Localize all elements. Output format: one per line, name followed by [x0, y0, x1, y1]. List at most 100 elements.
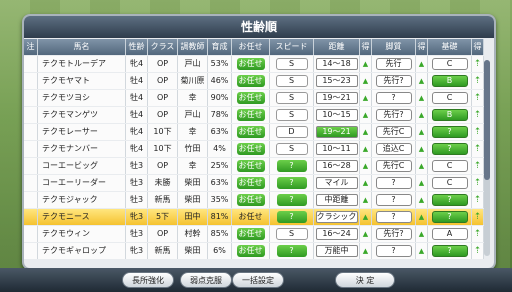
up-arrow-icon[interactable]: ▲: [419, 179, 424, 187]
omakase-toggle[interactable]: お任せ: [236, 109, 265, 121]
table-row[interactable]: テクモウィン 牡3 OP 村幹 85% お任せ S 16〜24 ▲ 先行? ▲ A ⇡: [24, 226, 494, 242]
table-row[interactable]: テクモツヨシ 牡4 OP 幸 90% お任せ S 19〜21 ▲? ▲ C ⇡: [24, 90, 494, 106]
header-plus-2[interactable]: 得: [416, 39, 428, 55]
up-arrow-icon[interactable]: ⇡: [474, 212, 482, 222]
omakase-cell[interactable]: お任せ: [232, 56, 270, 72]
omakase-cell[interactable]: お任せ: [232, 124, 270, 140]
up-arrow-icon[interactable]: ▲: [419, 230, 424, 238]
plus-cell[interactable]: ⇡: [472, 158, 484, 174]
header-class[interactable]: クラス: [148, 39, 178, 55]
plus-cell[interactable]: ▲: [416, 73, 428, 89]
table-row[interactable]: テクモヤマト 牡4 OP 菊川原 46% お任せ S 15〜23 ▲ 先行? ▲ B ⇡: [24, 73, 494, 89]
plus-cell[interactable]: ⇡: [472, 192, 484, 208]
omakase-cell[interactable]: お任せ: [232, 175, 270, 191]
plus-cell[interactable]: ▲: [416, 90, 428, 106]
plus-cell[interactable]: ▲: [360, 209, 372, 225]
omakase-cell[interactable]: お任せ: [232, 226, 270, 242]
plus-cell[interactable]: ▲: [416, 175, 428, 191]
weakness-button[interactable]: 弱点克服: [180, 272, 232, 288]
up-arrow-icon[interactable]: ▲: [363, 77, 368, 85]
plus-cell[interactable]: ▲: [360, 124, 372, 140]
up-arrow-icon[interactable]: ⇡: [474, 76, 482, 86]
confirm-button[interactable]: 決 定: [335, 272, 395, 288]
plus-cell[interactable]: ▲: [416, 56, 428, 72]
plus-cell[interactable]: ▲: [416, 158, 428, 174]
up-arrow-icon[interactable]: ▲: [363, 162, 368, 170]
up-arrow-icon[interactable]: ▲: [363, 179, 368, 187]
header-name[interactable]: 馬名: [38, 39, 126, 55]
up-arrow-icon[interactable]: ⇡: [474, 229, 482, 239]
plus-cell[interactable]: ▲: [360, 192, 372, 208]
omakase-cell[interactable]: お任せ: [232, 209, 270, 225]
header-speed[interactable]: スピード: [270, 39, 314, 55]
up-arrow-icon[interactable]: ▲: [363, 111, 368, 119]
table-row[interactable]: コーエーリーダー 牡3 未勝 柴田 63% お任せ? マイル ▲? ▲ C ⇡: [24, 175, 494, 191]
header-style[interactable]: 脚質: [372, 39, 416, 55]
table-row[interactable]: テクモレーサー 牝4 10下幸 63% お任せ D 19〜21 ▲ 先行C ▲? ⇡: [24, 124, 494, 140]
table-row[interactable]: コーエービッグ 牡3 OP 幸 25% お任せ? 16〜28 ▲ 先行C ▲ C ⇡: [24, 158, 494, 174]
table-row[interactable]: テクモギャロップ 牝3 新馬 柴田 6% お任せ? 万能中 ▲? ▲? ⇡: [24, 243, 494, 259]
up-arrow-icon[interactable]: ▲: [363, 213, 368, 221]
plus-cell[interactable]: ▲: [360, 107, 372, 123]
plus-cell[interactable]: ▲: [416, 226, 428, 242]
plus-cell[interactable]: ▲: [416, 243, 428, 259]
table-row[interactable]: テクモナンバー 牝4 10下 竹田 4% お任せ S 10〜11 ▲ 追込C ▲? ⇡: [24, 141, 494, 157]
plus-cell[interactable]: ⇡: [472, 56, 484, 72]
omakase-toggle[interactable]: お任せ: [236, 228, 265, 240]
omakase-toggle[interactable]: お任せ: [236, 177, 265, 189]
up-arrow-icon[interactable]: ▲: [363, 196, 368, 204]
up-arrow-icon[interactable]: ▲: [419, 77, 424, 85]
omakase-toggle[interactable]: お任せ: [236, 143, 265, 155]
omakase-toggle[interactable]: お任せ: [236, 126, 265, 138]
up-arrow-icon[interactable]: ▲: [419, 145, 424, 153]
up-arrow-icon[interactable]: ▲: [419, 60, 424, 68]
up-arrow-icon[interactable]: ⇡: [474, 93, 482, 103]
omakase-cell[interactable]: お任せ: [232, 73, 270, 89]
up-arrow-icon[interactable]: ▲: [419, 128, 424, 136]
plus-cell[interactable]: ▲: [416, 124, 428, 140]
up-arrow-icon[interactable]: ▲: [419, 196, 424, 204]
up-arrow-icon[interactable]: ▲: [419, 247, 424, 255]
up-arrow-icon[interactable]: ⇡: [474, 178, 482, 188]
omakase-toggle[interactable]: お任せ: [236, 194, 265, 206]
table-row[interactable]: テクモマンゲツ 牡4 OP 戸山 78% お任せ S 10〜15 ▲ 先行? ▲ B ⇡: [24, 107, 494, 123]
up-arrow-icon[interactable]: ▲: [363, 230, 368, 238]
scrollbar-thumb[interactable]: [484, 60, 490, 180]
omakase-cell[interactable]: お任せ: [232, 107, 270, 123]
plus-cell[interactable]: ▲: [360, 56, 372, 72]
table-row[interactable]: テクモジャック 牡3 新馬 柴田 35% お任せ? 中距離 ▲? ▲? ⇡: [24, 192, 494, 208]
plus-cell[interactable]: ⇡: [472, 90, 484, 106]
plus-cell[interactable]: ⇡: [472, 209, 484, 225]
plus-cell[interactable]: ▲: [416, 209, 428, 225]
up-arrow-icon[interactable]: ▲: [419, 162, 424, 170]
up-arrow-icon[interactable]: ⇡: [474, 246, 482, 256]
up-arrow-icon[interactable]: ⇡: [474, 59, 482, 69]
strength-button[interactable]: 長所強化: [122, 272, 174, 288]
omakase-cell[interactable]: お任せ: [232, 192, 270, 208]
header-omakase[interactable]: お任せ: [232, 39, 270, 55]
table-row[interactable]: テクモトルーデア 牝4 OP 戸山 53% お任せ S 14〜18 ▲ 先行 ▲ C ⇡: [24, 56, 494, 72]
up-arrow-icon[interactable]: ⇡: [474, 110, 482, 120]
up-arrow-icon[interactable]: ▲: [419, 111, 424, 119]
plus-cell[interactable]: ▲: [360, 226, 372, 242]
omakase-toggle[interactable]: お任せ: [236, 245, 265, 257]
bulk-setting-button[interactable]: 一括設定: [232, 272, 284, 288]
up-arrow-icon[interactable]: ▲: [363, 145, 368, 153]
header-growth[interactable]: 育成: [208, 39, 232, 55]
up-arrow-icon[interactable]: ▲: [363, 60, 368, 68]
up-arrow-icon[interactable]: ▲: [363, 128, 368, 136]
omakase-cell[interactable]: お任せ: [232, 141, 270, 157]
plus-cell[interactable]: ▲: [416, 141, 428, 157]
up-arrow-icon[interactable]: ⇡: [474, 195, 482, 205]
plus-cell[interactable]: ▲: [360, 243, 372, 259]
header-plus-1[interactable]: 得: [360, 39, 372, 55]
up-arrow-icon[interactable]: ⇡: [474, 161, 482, 171]
plus-cell[interactable]: ⇡: [472, 226, 484, 242]
plus-cell[interactable]: ⇡: [472, 141, 484, 157]
plus-cell[interactable]: ▲: [360, 73, 372, 89]
plus-cell[interactable]: ▲: [360, 141, 372, 157]
omakase-toggle[interactable]: お任せ: [236, 75, 265, 87]
header-base[interactable]: 基礎: [428, 39, 472, 55]
plus-cell[interactable]: ⇡: [472, 73, 484, 89]
omakase-toggle[interactable]: お任せ: [236, 58, 265, 70]
